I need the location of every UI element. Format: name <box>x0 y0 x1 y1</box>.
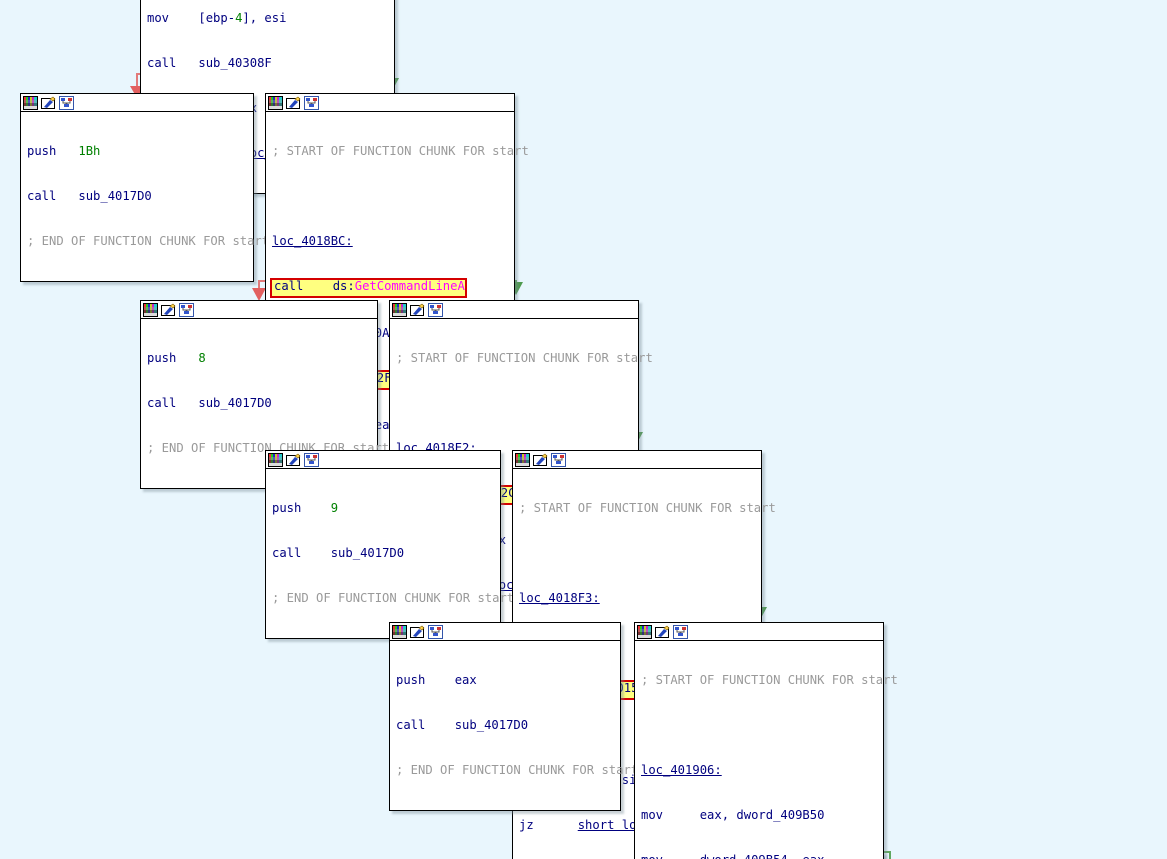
block-push-1Bh[interactable]: push 1Bh call sub_4017D0 ; END OF FUNCTI… <box>20 93 270 282</box>
edit-pencil-icon[interactable] <box>655 625 670 639</box>
mnemonic: call <box>396 718 426 732</box>
edit-pencil-icon[interactable] <box>286 453 301 467</box>
chunk-start-comment: ; START OF FUNCTION CHUNK FOR start <box>396 351 653 365</box>
label-text[interactable]: loc_4018F3: <box>519 591 600 605</box>
code-line[interactable]: mov eax, dword_409B50 <box>635 808 883 823</box>
node-code-body[interactable]: push 1Bh call sub_4017D0 ; END OF FUNCTI… <box>21 112 270 281</box>
color-palette-icon[interactable] <box>268 452 283 467</box>
operands[interactable]: 9 <box>331 501 338 515</box>
graph-overview-icon[interactable] <box>304 95 319 110</box>
mnemonic: push <box>147 351 177 365</box>
mnemonic: jz <box>519 818 534 832</box>
color-palette-icon[interactable] <box>637 624 652 639</box>
operands[interactable]: [ebp-4], esi <box>198 11 286 25</box>
call-target[interactable]: sub_4017D0 <box>455 718 528 732</box>
code-line[interactable]: push 9 <box>266 501 500 516</box>
api-name[interactable]: GetCommandLineA <box>355 279 465 293</box>
edit-pencil-icon[interactable] <box>41 96 56 110</box>
code-line[interactable]: call sub_4017D0 <box>266 546 500 561</box>
block-label[interactable]: loc_4018BC: <box>266 234 514 249</box>
color-palette-icon[interactable] <box>392 302 407 317</box>
block-push-9[interactable]: push 9 call sub_4017D0 ; END OF FUNCTION… <box>265 450 515 639</box>
block-label[interactable]: loc_401906: <box>635 763 883 778</box>
node-titlebar[interactable] <box>513 451 761 469</box>
call-target[interactable]: sub_4017D0 <box>331 546 404 560</box>
node-titlebar[interactable] <box>21 94 253 112</box>
operands[interactable]: dword_409B54, eax <box>700 853 825 859</box>
mnemonic: push <box>27 144 57 158</box>
chunk-end-comment: ; END OF FUNCTION CHUNK FOR start <box>272 591 515 605</box>
mnemonic: mov <box>641 808 664 822</box>
block-loc-401906[interactable]: ; START OF FUNCTION CHUNK FOR start loc_… <box>634 622 898 859</box>
code-line[interactable]: push 1Bh <box>21 144 253 159</box>
graph-overview-icon[interactable] <box>179 302 194 317</box>
color-palette-icon[interactable] <box>23 95 38 110</box>
chunk-start-comment: ; START OF FUNCTION CHUNK FOR start <box>519 501 776 515</box>
mnemonic: call <box>274 279 304 293</box>
call-target[interactable]: sub_4017D0 <box>198 396 271 410</box>
color-palette-icon[interactable] <box>143 302 158 317</box>
node-titlebar[interactable] <box>266 451 500 469</box>
mnemonic: push <box>396 673 426 687</box>
node-code-body[interactable]: ; START OF FUNCTION CHUNK FOR start loc_… <box>635 641 898 859</box>
color-palette-icon[interactable] <box>268 95 283 110</box>
code-line[interactable]: mov dword_409B54, eax <box>635 853 883 859</box>
code-line[interactable]: mov [ebp-4], esi <box>141 11 394 26</box>
edit-pencil-icon[interactable] <box>410 625 425 639</box>
node-titlebar[interactable] <box>635 623 883 641</box>
operands[interactable]: eax, dword_409B50 <box>700 808 825 822</box>
operands[interactable]: 1Bh <box>78 144 100 158</box>
mnemonic: push <box>272 501 302 515</box>
label-text[interactable]: loc_4018BC: <box>272 234 353 248</box>
node-code-body[interactable]: push eax call sub_4017D0 ; END OF FUNCTI… <box>390 641 639 810</box>
edit-pencil-icon[interactable] <box>410 303 425 317</box>
node-titlebar[interactable] <box>141 301 377 319</box>
chunk-start-comment: ; START OF FUNCTION CHUNK FOR start <box>272 144 529 158</box>
chunk-start-comment: ; START OF FUNCTION CHUNK FOR start <box>641 673 898 687</box>
graph-overview-icon[interactable] <box>59 95 74 110</box>
edit-pencil-icon[interactable] <box>533 453 548 467</box>
color-palette-icon[interactable] <box>515 452 530 467</box>
ida-graph-canvas[interactable]: mov [ebp-4], esi call sub_40308F test ea… <box>0 0 1167 859</box>
code-line[interactable]: push eax <box>390 673 620 688</box>
graph-overview-icon[interactable] <box>304 452 319 467</box>
code-line[interactable]: call sub_4017D0 <box>21 189 253 204</box>
edit-pencil-icon[interactable] <box>286 96 301 110</box>
mnemonic: mov <box>641 853 663 859</box>
graph-overview-icon[interactable] <box>428 302 443 317</box>
mnemonic: mov <box>147 11 170 25</box>
code-line[interactable]: call sub_40308F <box>141 56 394 71</box>
graph-overview-icon[interactable] <box>428 624 443 639</box>
code-line[interactable]: push 8 <box>141 351 377 366</box>
node-titlebar[interactable] <box>390 623 620 641</box>
edit-pencil-icon[interactable] <box>161 303 176 317</box>
mnemonic: call <box>272 546 302 560</box>
node-titlebar[interactable] <box>266 94 514 112</box>
node-titlebar[interactable] <box>390 301 638 319</box>
label-text[interactable]: loc_401906: <box>641 763 722 777</box>
code-line[interactable]: call sub_4017D0 <box>141 396 377 411</box>
highlighted-call-line[interactable]: call ds:GetCommandLineA <box>270 278 467 298</box>
chunk-end-comment: ; END OF FUNCTION CHUNK FOR start <box>27 234 270 248</box>
operands[interactable]: 8 <box>198 351 205 365</box>
mnemonic: call <box>147 56 177 70</box>
graph-overview-icon[interactable] <box>551 452 566 467</box>
mnemonic: call <box>27 189 57 203</box>
code-line[interactable]: call sub_4017D0 <box>390 718 620 733</box>
highlighted-line-wrap: call ds:GetCommandLineA <box>266 278 514 298</box>
block-push-eax[interactable]: push eax call sub_4017D0 ; END OF FUNCTI… <box>389 622 639 811</box>
color-palette-icon[interactable] <box>392 624 407 639</box>
graph-overview-icon[interactable] <box>673 624 688 639</box>
call-target[interactable]: sub_4017D0 <box>78 189 151 203</box>
chunk-end-comment: ; END OF FUNCTION CHUNK FOR start <box>396 763 639 777</box>
node-code-body[interactable]: push 9 call sub_4017D0 ; END OF FUNCTION… <box>266 469 515 638</box>
call-target[interactable]: sub_40308F <box>198 56 271 70</box>
mnemonic: call <box>147 396 177 410</box>
block-label[interactable]: loc_4018F3: <box>513 591 761 606</box>
operands[interactable]: eax <box>455 673 477 687</box>
